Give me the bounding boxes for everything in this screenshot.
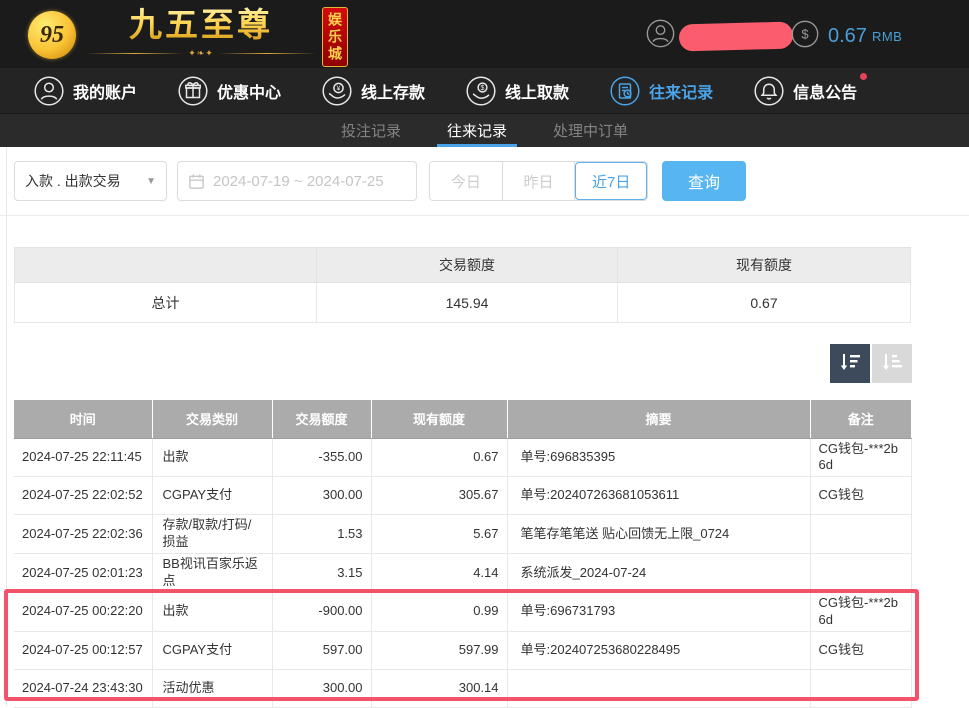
last-7-days-button[interactable]: 近7日 — [575, 162, 647, 200]
balance-display: $ 0.67 RMB — [791, 20, 902, 53]
top-header: 95 九五至尊 ✦❧✦ 娱乐城 $ 0.67 RMB — [0, 0, 969, 68]
table-row: 2024-07-25 22:02:36 存款/取款/打码/损益 1.53 5.6… — [14, 515, 911, 554]
col-header-type: 交易类别 — [152, 400, 272, 438]
main-nav: 我的账户 优惠中心 ¥ 线上存款 $ — [0, 68, 969, 113]
sort-ascending-icon — [880, 350, 904, 377]
search-button[interactable]: 查询 — [662, 161, 746, 201]
sort-descending-icon — [838, 350, 862, 377]
today-button[interactable]: 今日 — [430, 162, 503, 200]
calendar-icon — [188, 173, 205, 190]
tab-betting-records[interactable]: 投注记录 — [337, 114, 405, 147]
summary-total-transaction-amount: 145.94 — [317, 283, 618, 323]
col-header-amount: 交易额度 — [272, 400, 371, 438]
account-area[interactable] — [646, 19, 793, 53]
date-range-input[interactable]: 2024-07-19 ~ 2024-07-25 — [177, 161, 417, 201]
balance-amount: 0.67 — [828, 25, 867, 48]
nav-item-my-account[interactable]: 我的账户 — [34, 76, 137, 106]
quick-date-button-group: 今日 昨日 近7日 — [429, 161, 648, 201]
tab-pending-orders[interactable]: 处理中订单 — [549, 114, 632, 147]
sort-ascending-button[interactable] — [872, 344, 912, 383]
user-icon — [34, 76, 64, 106]
content-left-edge — [6, 147, 7, 706]
col-header-summary: 摘要 — [507, 400, 810, 438]
transactions-table: 时间 交易类别 交易额度 现有额度 摘要 备注 2024-07-25 22:11… — [14, 400, 912, 708]
transaction-type-select[interactable]: 入款 . 出款交易 ▼ — [14, 161, 167, 201]
records-icon — [610, 76, 640, 106]
logo-badge: 娱乐城 — [322, 7, 348, 67]
user-avatar-icon — [646, 19, 675, 53]
summary-table: 交易额度 现有额度 总计 145.94 0.67 — [14, 247, 911, 323]
bell-icon — [754, 76, 784, 106]
deposit-icon: ¥ — [322, 76, 352, 106]
col-header-time: 时间 — [14, 400, 152, 438]
logo-monogram-icon: 95 — [28, 11, 76, 59]
svg-text:¥: ¥ — [337, 85, 341, 92]
site-title: 九五至尊 — [129, 5, 273, 48]
site-logo[interactable]: 95 九五至尊 ✦❧✦ 娱乐城 — [28, 5, 348, 67]
dollar-icon: $ — [791, 20, 819, 53]
nav-item-withdraw[interactable]: $ 线上取款 — [466, 76, 569, 106]
balance-currency: RMB — [872, 29, 902, 44]
nav-item-deposit[interactable]: ¥ 线上存款 — [322, 76, 425, 106]
logo-flourish: ✦❧✦ — [86, 48, 316, 60]
table-row: 2024-07-25 02:01:23 BB视讯百家乐返点 3.15 4.14 … — [14, 554, 911, 593]
col-header-balance: 现有额度 — [371, 400, 507, 438]
table-header-row: 时间 交易类别 交易额度 现有额度 摘要 备注 — [14, 400, 911, 438]
tab-transaction-records[interactable]: 往来记录 — [443, 114, 511, 147]
summary-total-current-balance: 0.67 — [618, 283, 911, 323]
table-row-highlighted: 2024-07-25 00:22:20 出款 -900.00 0.99 单号:6… — [14, 592, 911, 631]
table-row: 2024-07-25 22:11:45 出款 -355.00 0.67 单号:6… — [14, 438, 911, 477]
summary-header-row: 交易额度 现有额度 — [15, 248, 911, 283]
table-row: 2024-07-25 22:02:52 CGPAY支付 300.00 305.6… — [14, 477, 911, 515]
withdraw-icon: $ — [466, 76, 496, 106]
table-row-highlighted: 2024-07-25 00:12:57 CGPAY支付 597.00 597.9… — [14, 631, 911, 669]
sort-descending-button[interactable] — [830, 344, 870, 383]
col-header-remark: 备注 — [810, 400, 911, 438]
notification-dot — [860, 73, 867, 80]
table-row-highlighted: 2024-07-24 23:43:30 活动优惠 300.00 300.14 — [14, 669, 911, 707]
nav-item-promotions[interactable]: 优惠中心 — [178, 76, 281, 106]
sub-nav: 投注记录 往来记录 处理中订单 — [0, 113, 969, 147]
summary-header-current-balance: 现有额度 — [618, 248, 911, 283]
nav-item-announcements[interactable]: 信息公告 — [754, 76, 857, 106]
summary-total-label: 总计 — [15, 283, 317, 323]
summary-total-row: 总计 145.94 0.67 — [15, 283, 911, 323]
summary-header-empty — [15, 248, 317, 283]
svg-text:$: $ — [801, 27, 809, 42]
nav-item-transaction-records[interactable]: 往来记录 — [610, 76, 713, 106]
yesterday-button[interactable]: 昨日 — [503, 162, 576, 200]
filter-bar: 入款 . 出款交易 ▼ 2024-07-19 ~ 2024-07-25 今日 昨… — [0, 147, 969, 216]
redacted-username — [679, 21, 794, 51]
svg-text:$: $ — [481, 85, 485, 92]
gift-icon — [178, 76, 208, 106]
summary-header-transaction-amount: 交易额度 — [317, 248, 618, 283]
sort-button-group — [830, 344, 912, 383]
chevron-down-icon: ▼ — [146, 176, 156, 187]
